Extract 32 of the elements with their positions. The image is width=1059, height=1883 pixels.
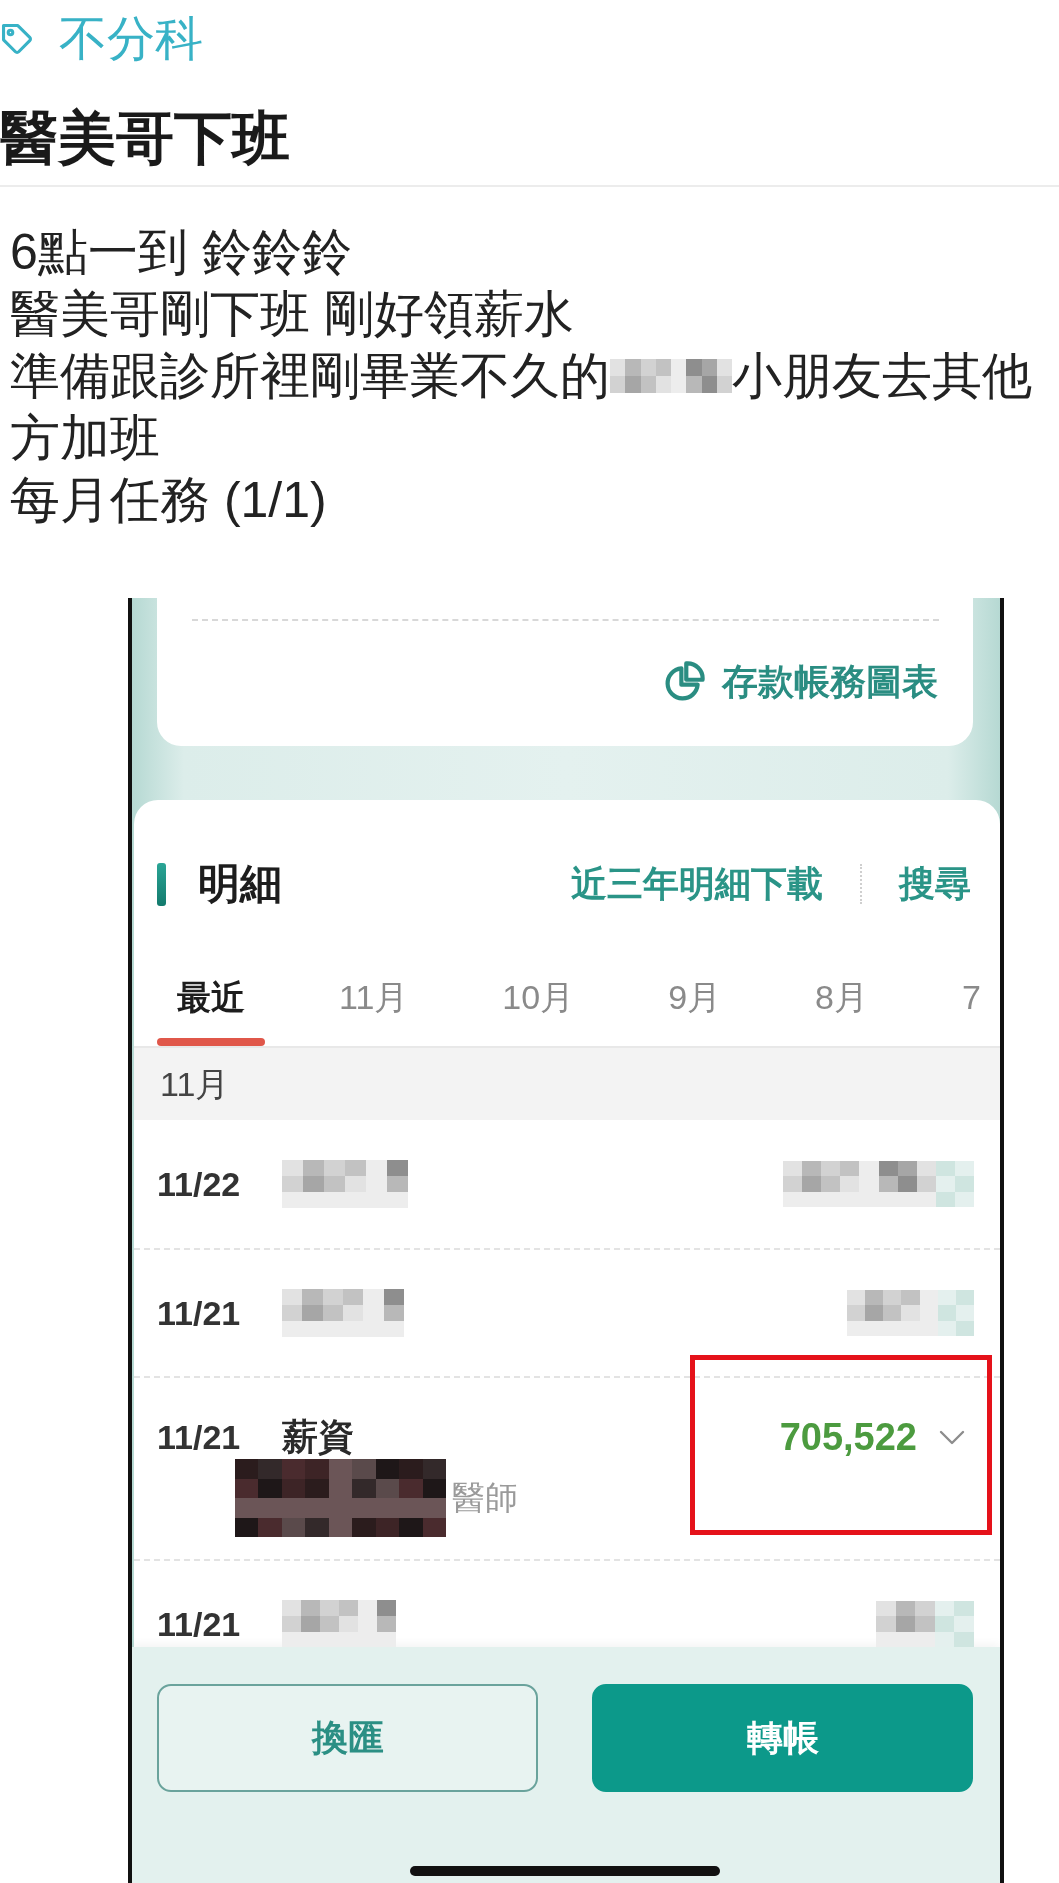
post-text-line: 方加班: [10, 409, 160, 468]
search-link[interactable]: 搜尋: [899, 862, 971, 906]
month-tab[interactable]: 10月: [482, 956, 595, 1046]
transaction-amount: 705,522: [779, 1415, 917, 1459]
secondary-button[interactable]: 換匯: [157, 1684, 538, 1792]
month-tab[interactable]: 最近: [157, 956, 265, 1046]
transaction-note: 醫師: [452, 1478, 518, 1518]
tag-icon: [0, 21, 34, 57]
transaction-date: 11/22: [157, 1164, 242, 1205]
transaction-description: 薪資: [282, 1415, 354, 1459]
transaction-date: 11/21: [157, 1293, 242, 1334]
post-text-line: 6點一到 鈴鈴鈴: [10, 223, 352, 282]
month-tab[interactable]: 11月: [319, 956, 429, 1046]
post-text-line: 小朋友去其他: [732, 347, 1032, 406]
transaction-date: 11/21: [157, 1604, 242, 1645]
pie-chart-icon: [663, 661, 705, 703]
chart-link[interactable]: 存款帳務圖表: [663, 660, 938, 704]
month-tab[interactable]: 9月: [648, 956, 742, 1046]
chevron-down-icon[interactable]: [939, 1429, 965, 1445]
section-label: 11月: [160, 1064, 230, 1105]
post-text-line: 準備跟診所裡剛畢業不久的: [10, 347, 610, 406]
accent-bar: [157, 862, 166, 906]
post-title: 醫美哥下班: [0, 104, 290, 172]
download-link[interactable]: 近三年明細下載: [571, 862, 823, 906]
month-tab[interactable]: 7: [941, 956, 981, 1046]
category-label: 不分科: [59, 11, 203, 67]
primary-button[interactable]: 轉帳: [592, 1684, 973, 1792]
transaction-date: 11/21: [157, 1417, 242, 1458]
month-tab[interactable]: 8月: [795, 956, 888, 1046]
post-text-line: 醫美哥剛下班 剛好領薪水: [10, 285, 574, 344]
post-text-line: 每月任務 (1/1): [10, 471, 327, 530]
details-title: 明細: [198, 862, 282, 906]
